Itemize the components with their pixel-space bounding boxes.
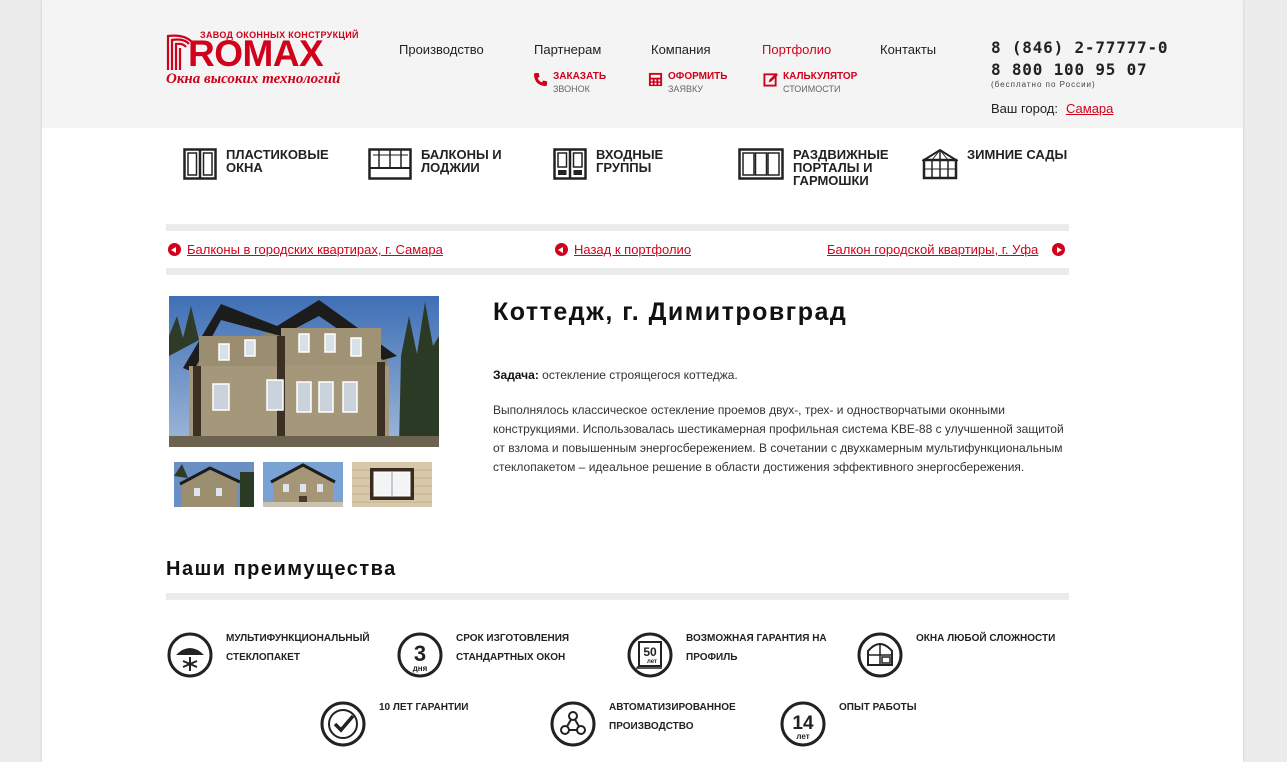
- edit-icon: [763, 72, 778, 87]
- advantage-label: 10 лет гарантии: [379, 702, 469, 713]
- badge-unit: дня: [413, 664, 428, 673]
- cost-calculator-line2: СТОИМОСТИ: [783, 84, 841, 94]
- nav-contacts[interactable]: Контакты: [880, 42, 936, 57]
- main-project-photo[interactable]: [169, 296, 439, 447]
- arrow-left-icon: [555, 243, 568, 256]
- task-label: Задача:: [493, 368, 539, 382]
- badge-number: 14: [792, 713, 814, 734]
- badge-unit: лет: [647, 659, 657, 665]
- badge-unit: лет: [796, 732, 809, 741]
- snowflake-sun-icon: [167, 632, 213, 678]
- nav-production[interactable]: Производство: [399, 42, 484, 57]
- page: ЗАВОД ОКОННЫХ КОНСТРУКЦИЙ ROMAX Окна выс…: [42, 0, 1243, 762]
- order-call-line2: ЗВОНОК: [553, 84, 590, 94]
- category-plastic-windows[interactable]: Пластиковые окна: [183, 148, 336, 180]
- cost-calculator-line1: КАЛЬКУЛЯТОР: [783, 71, 858, 82]
- category-label: Входные группы: [596, 147, 664, 175]
- make-request-line1: ОФОРМИТЬ: [668, 71, 728, 82]
- category-label: Зимние сады: [967, 147, 1068, 162]
- category-winter-gardens[interactable]: Зимние сады: [922, 148, 1077, 180]
- advantage-experience: 14 лет Опыт работы: [779, 700, 949, 748]
- network-icon: [550, 701, 596, 747]
- advantage-profile-warranty: 50 лет Возможная гарантия на профиль: [626, 631, 834, 679]
- thumbnail-photo: [263, 462, 343, 507]
- cottage-photo: [169, 296, 439, 447]
- fifty-years-icon: 50лет: [627, 632, 673, 678]
- badge-number: 50: [643, 645, 657, 659]
- back-to-portfolio-link[interactable]: Назад к портфолио: [555, 242, 691, 257]
- category-label: Балконы и лоджии: [421, 147, 502, 175]
- make-request-button[interactable]: ОФОРМИТЬ ЗАЯВКУ: [648, 70, 727, 96]
- advantage-label: Срок изготовления стандартных окон: [456, 633, 570, 663]
- divider: [166, 268, 1069, 275]
- advantages-title: Наши преимущества: [166, 558, 397, 580]
- next-project-link[interactable]: Балкон городской квартиры, г. Уфа: [827, 242, 1066, 257]
- advantage-production-time: 3 дня Срок изготовления стандартных окон: [396, 631, 584, 679]
- back-to-portfolio-text[interactable]: Назад к портфолио: [574, 242, 691, 257]
- category-label: Пластиковые окна: [226, 147, 329, 175]
- advantage-label: Опыт работы: [839, 702, 917, 713]
- thumbnail-2[interactable]: [263, 462, 343, 507]
- phone-main[interactable]: 8 (846) 2-77777-0: [991, 38, 1168, 57]
- advantage-label: Окна любой сложности: [916, 633, 1056, 644]
- romax-logo[interactable]: ЗАВОД ОКОННЫХ КОНСТРУКЦИЙ ROMAX Окна выс…: [166, 30, 371, 90]
- nav-partners[interactable]: Партнерам: [534, 42, 601, 57]
- sliding-portal-icon: [738, 148, 784, 180]
- advantage-complex-windows: Окна любой сложности: [856, 631, 1076, 679]
- cost-calculator-button[interactable]: КАЛЬКУЛЯТОР СТОИМОСТИ: [763, 70, 857, 96]
- city-label: Ваш город:: [991, 101, 1058, 116]
- order-call-button[interactable]: ЗАКАЗАТЬ ЗВОНОК: [533, 70, 606, 96]
- category-label: Раздвижные порталы и гармошки: [793, 147, 889, 188]
- three-days-icon: 3дня: [397, 632, 443, 678]
- task-text: остекление строящегося коттеджа.: [542, 368, 738, 382]
- category-balconies[interactable]: Балконы и лоджии: [368, 148, 531, 180]
- logo-word: ROMAX: [188, 33, 324, 74]
- city-link[interactable]: Самара: [1066, 101, 1113, 116]
- arrow-right-icon: [1052, 243, 1066, 256]
- project-description: Выполнялось классическое остекление прое…: [493, 403, 1064, 474]
- make-request-line2: ЗАЯВКУ: [668, 84, 704, 94]
- advantage-ten-year-warranty: 10 лет гарантии: [319, 700, 499, 748]
- category-sliding-portals[interactable]: Раздвижные порталы и гармошки: [738, 148, 903, 187]
- nav-portfolio[interactable]: Портфолио: [762, 42, 831, 57]
- arrow-left-icon: [168, 243, 181, 256]
- nav-company[interactable]: Компания: [651, 42, 711, 57]
- phone-note: (бесплатно по России): [991, 80, 1096, 89]
- advantage-label: Возможная гарантия на профиль: [686, 633, 827, 663]
- advantage-automated-production: Автоматизированное производство: [549, 700, 739, 748]
- door-group-icon: [553, 148, 587, 180]
- thumbnail-1[interactable]: [174, 462, 254, 507]
- divider: [166, 224, 1069, 231]
- phone-icon: [533, 72, 548, 87]
- thumbnail-photo: [352, 462, 432, 507]
- category-entrance-groups[interactable]: Входные группы: [553, 148, 706, 180]
- logo-tagline: Окна высоких технологий: [166, 71, 341, 87]
- balcony-icon: [368, 148, 412, 180]
- phone-free[interactable]: 8 800 100 95 07: [991, 60, 1148, 79]
- advantage-label: Автоматизированное производство: [609, 702, 736, 732]
- complex-window-icon: [857, 632, 903, 678]
- fourteen-years-icon: 14лет: [780, 701, 826, 747]
- check-clock-icon: [320, 701, 366, 747]
- header: ЗАВОД ОКОННЫХ КОНСТРУКЦИЙ ROMAX Окна выс…: [42, 0, 1243, 128]
- advantage-label: Мультифункциональный стеклопакет: [226, 633, 370, 663]
- project-task: Задача: остекление строящегося коттеджа.: [493, 368, 738, 382]
- project-title: Коттедж, г. Димитровград: [493, 298, 848, 326]
- winter-garden-icon: [922, 148, 958, 180]
- calculator-grid-icon: [648, 72, 663, 87]
- thumbnail-3[interactable]: [352, 462, 432, 507]
- thumbnail-photo: [174, 462, 254, 507]
- city-selector: Ваш город: Самара: [991, 101, 1113, 116]
- logo-word-text: ROMAX: [188, 33, 324, 74]
- advantage-glass-unit: Мультифункциональный стеклопакет: [166, 631, 376, 679]
- prev-project-link[interactable]: Балконы в городских квартирах, г. Самара: [168, 242, 443, 257]
- badge-number: 3: [414, 641, 426, 666]
- order-call-line1: ЗАКАЗАТЬ: [553, 71, 607, 82]
- divider: [166, 593, 1069, 600]
- next-project-text[interactable]: Балкон городской квартиры, г. Уфа: [827, 242, 1038, 257]
- prev-project-text[interactable]: Балконы в городских квартирах, г. Самара: [187, 242, 443, 257]
- window-icon: [183, 148, 217, 180]
